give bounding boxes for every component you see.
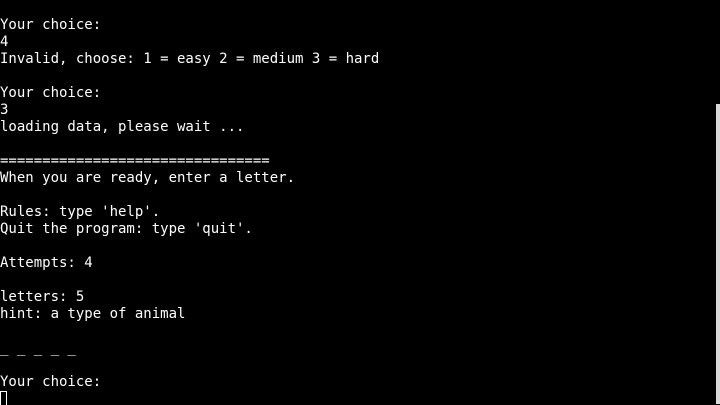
output-line: 4 xyxy=(0,34,9,50)
scrollbar-thumb[interactable] xyxy=(716,104,720,404)
terminal-window[interactable]: Your choice: 4 Invalid, choose: 1 = easy… xyxy=(0,0,720,405)
output-line: Quit the program: type 'quit'. xyxy=(0,221,253,237)
output-line: 3 xyxy=(0,102,9,118)
output-line: Your choice: xyxy=(0,374,102,390)
output-line: ================================ xyxy=(0,153,270,169)
output-line: Your choice: xyxy=(0,85,102,101)
scrollbar[interactable] xyxy=(716,0,720,405)
output-line: loading data, please wait ... xyxy=(0,119,245,135)
output-line: hint: a type of animal xyxy=(0,306,186,322)
output-line: When you are ready, enter a letter. xyxy=(0,170,296,186)
output-line: letters: 5 xyxy=(0,289,85,305)
output-line: _ _ _ _ _ xyxy=(0,340,76,356)
output-line: Your choice: xyxy=(0,17,102,33)
output-line: Attempts: 4 xyxy=(0,255,93,271)
input-line[interactable] xyxy=(0,390,720,405)
output-line: Invalid, choose: 1 = easy 2 = medium 3 =… xyxy=(0,51,380,67)
output-line: Rules: type 'help'. xyxy=(0,204,161,220)
text-cursor xyxy=(0,390,7,405)
